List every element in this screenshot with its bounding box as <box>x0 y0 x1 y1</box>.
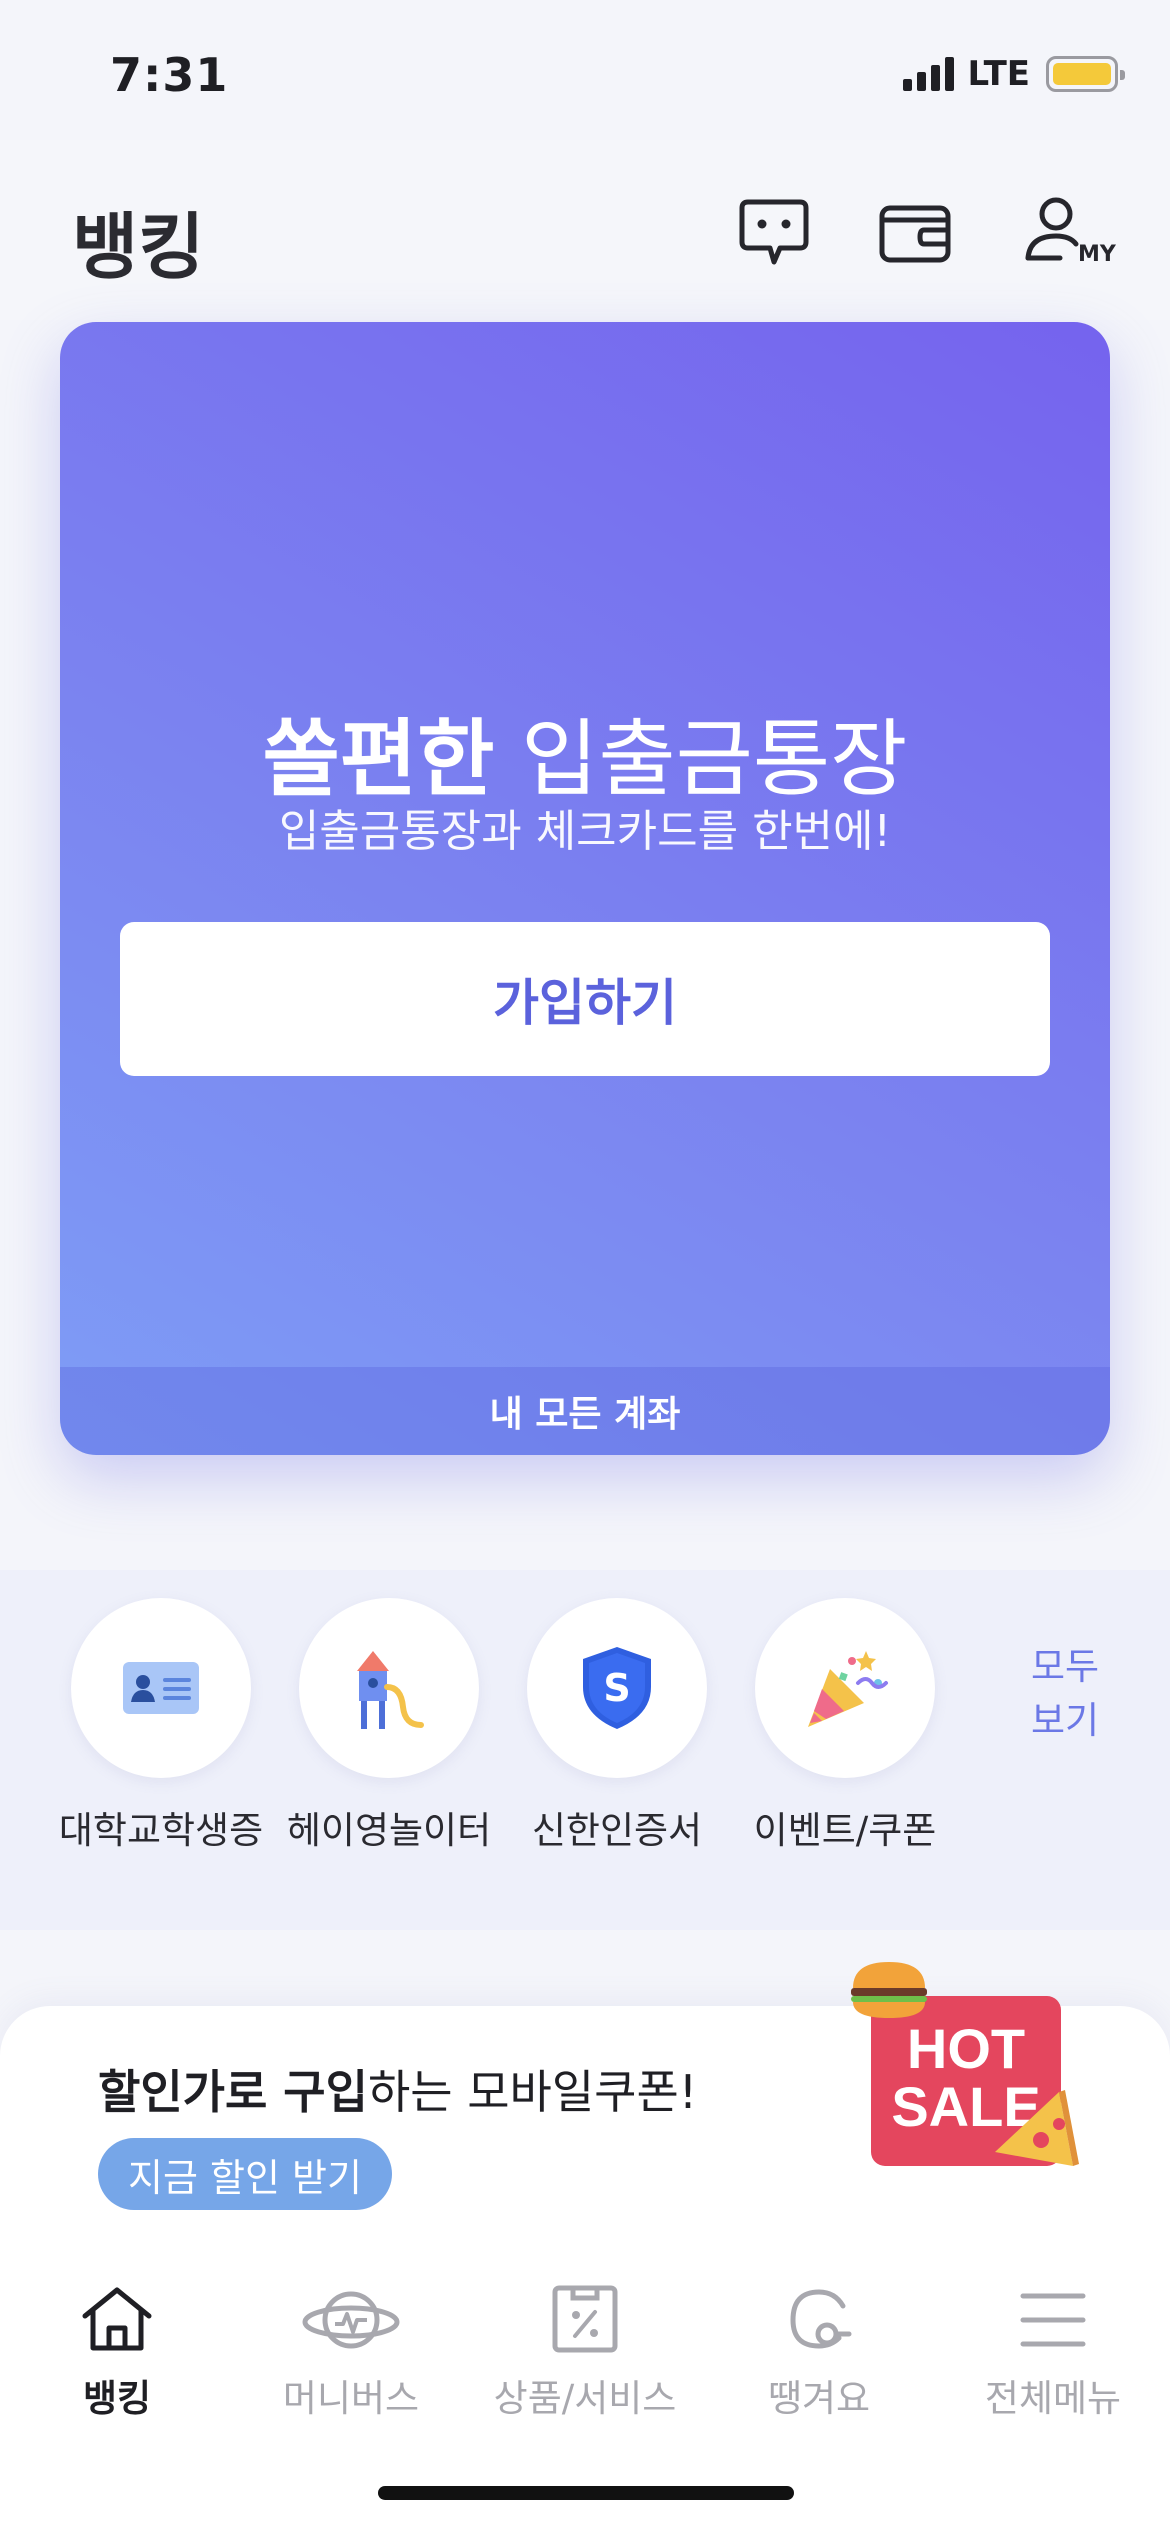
menu-icon <box>1020 2293 1086 2347</box>
delivery-icon <box>790 2289 852 2349</box>
tab-label: 뱅킹 <box>82 2377 152 2420</box>
status-indicators: LTE <box>902 52 1125 96</box>
student-id-icon <box>123 1662 199 1714</box>
quick-item-playground[interactable]: 헤이영놀이터 <box>274 1598 504 1854</box>
my-label: MY <box>1078 242 1116 267</box>
join-button[interactable]: 가입하기 <box>120 922 1050 1076</box>
chat-icon[interactable] <box>734 192 814 272</box>
tab-label: 전체메뉴 <box>984 2377 1122 2420</box>
tab-label: 상품/서비스 <box>493 2377 677 2420</box>
all-accounts-link[interactable]: 내 모든 계좌 <box>60 1367 1110 1455</box>
account-promo-card: 쏠편한 입출금통장 입출금통장과 체크카드를 한번에! 가입하기 내 모든 계좌 <box>60 322 1110 1455</box>
party-popper-icon <box>808 1651 888 1727</box>
quick-item-label: 헤이영놀이터 <box>286 1809 492 1852</box>
app-header: 뱅킹 MY <box>0 140 1170 320</box>
promo-text-bold: 할인가로 구입 <box>98 2065 368 2119</box>
tab-products[interactable]: 상품/서비스 <box>468 2284 702 2422</box>
hot-text: HOT <box>907 2017 1025 2080</box>
tab-all-menu[interactable]: 전체메뉴 <box>936 2284 1170 2422</box>
quick-item-event[interactable]: 이벤트/쿠폰 <box>730 1598 960 1854</box>
see-all-link[interactable]: 모두 보기 <box>1010 1640 1120 1748</box>
my-profile-icon[interactable]: MY <box>1020 192 1120 272</box>
shield-s-icon: S <box>583 1647 651 1729</box>
see-all-line1: 모두 <box>1030 1645 1100 1688</box>
wallet-icon[interactable] <box>876 192 956 272</box>
quick-item-label: 대학교학생증 <box>58 1809 264 1852</box>
burger-icon <box>851 1962 927 2018</box>
page-title: 뱅킹 <box>72 205 205 289</box>
tab-delivery[interactable]: 땡겨요 <box>702 2284 936 2422</box>
shield-letter: S <box>603 1666 630 1710</box>
playground-icon <box>357 1651 424 1729</box>
quick-item-label: 이벤트/쿠폰 <box>753 1809 937 1852</box>
status-time: 7:31 <box>110 48 229 102</box>
planet-icon <box>302 2291 400 2349</box>
hero-subtitle: 입출금통장과 체크카드를 한번에! <box>278 806 892 857</box>
product-icon <box>552 2285 618 2353</box>
hero-title-rest: 입출금통장 <box>494 710 908 808</box>
tab-label: 땡겨요 <box>767 2377 871 2420</box>
signal-icon <box>902 57 954 91</box>
network-type: LTE <box>967 54 1030 94</box>
home-icon <box>82 2287 152 2351</box>
quick-menu: 대학교학생증 헤이영놀이터 S 신한인증서 이벤트/쿠폰 모두 보기 <box>0 1570 1170 1930</box>
sale-text: SALE <box>891 2075 1040 2138</box>
status-bar: 7:31 LTE <box>0 0 1170 140</box>
promo-text: 할인가로 구입하는 모바일쿠폰! <box>98 2056 697 2122</box>
hot-sale-illustration: HOT SALE <box>851 1962 1079 2166</box>
quick-item-student-id[interactable]: 대학교학생증 <box>46 1598 276 1854</box>
tab-moneyverse[interactable]: 머니버스 <box>234 2284 468 2422</box>
home-indicator <box>378 2486 794 2500</box>
quick-item-label: 신한인증서 <box>531 1809 703 1852</box>
bottom-tab-bar: 뱅킹 머니버스 상품/서비스 땡겨요 전체메뉴 <box>0 2260 1170 2460</box>
promo-text-rest: 하는 모바일쿠폰! <box>367 2065 698 2119</box>
quick-item-certificate[interactable]: S 신한인증서 <box>502 1598 732 1854</box>
tab-label: 머니버스 <box>282 2377 420 2420</box>
get-discount-button[interactable]: 지금 할인 받기 <box>98 2138 392 2210</box>
hero-title-bold: 쏠편한 <box>262 710 495 808</box>
tab-banking[interactable]: 뱅킹 <box>0 2284 234 2422</box>
see-all-line2: 보기 <box>1030 1699 1100 1742</box>
battery-icon <box>1046 56 1125 92</box>
